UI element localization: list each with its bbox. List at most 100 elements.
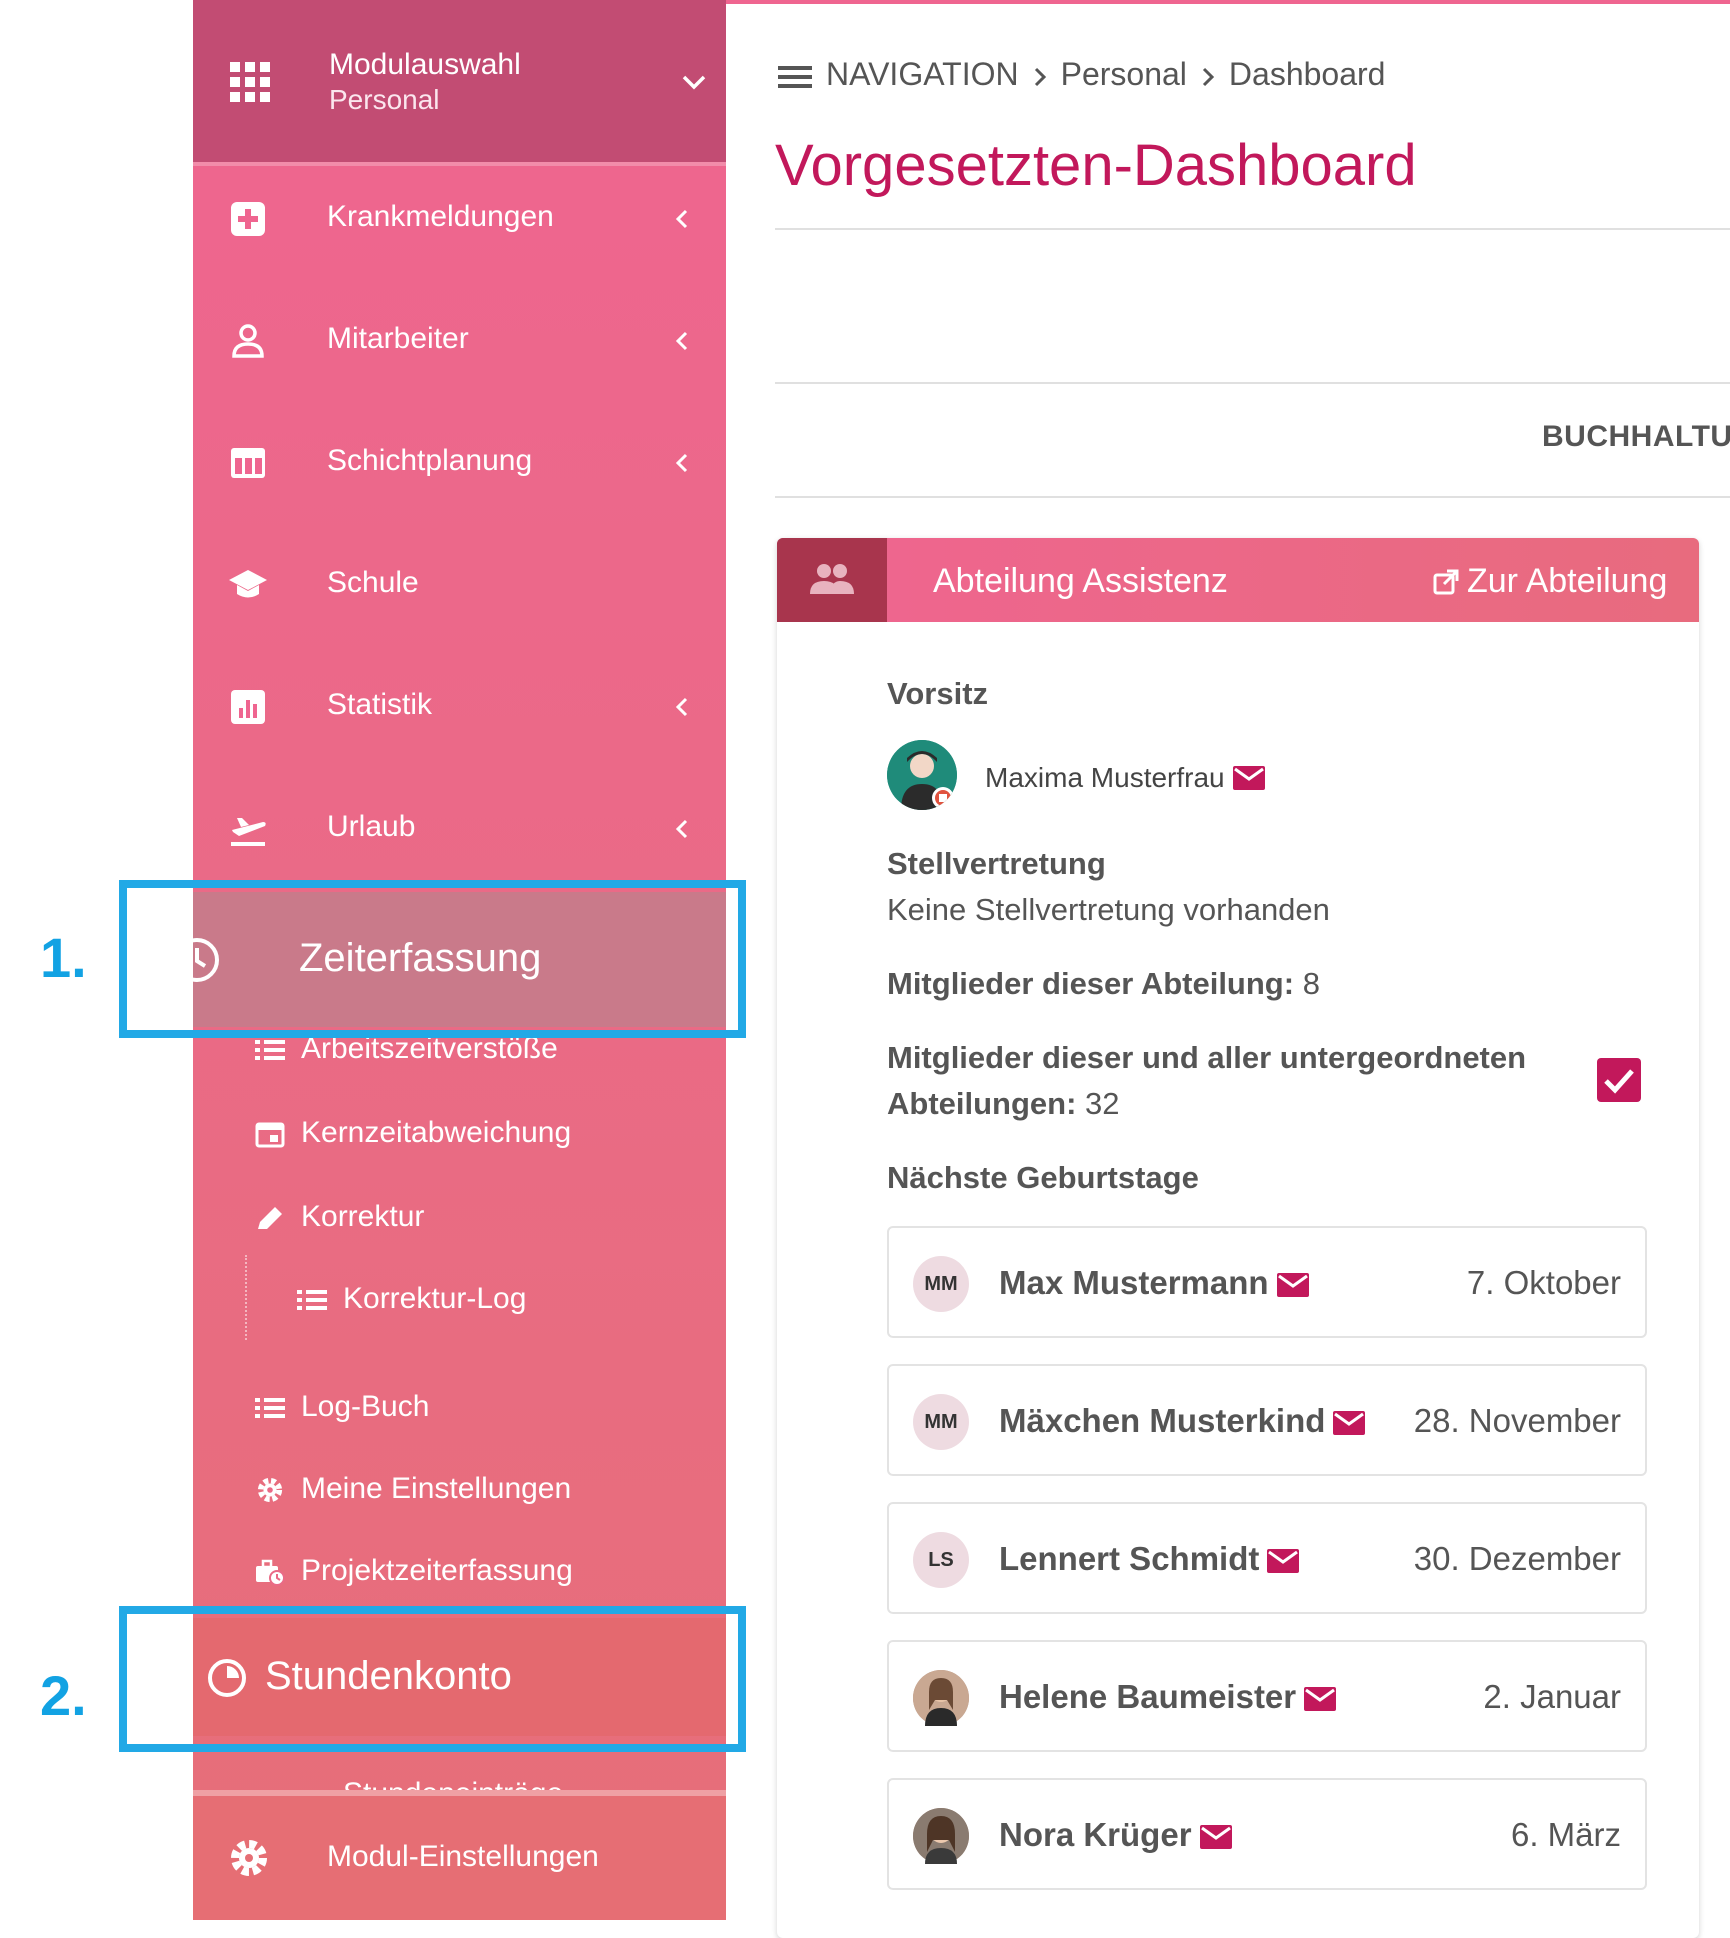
- table-icon: [231, 448, 265, 478]
- sidebar-subitem-label: Log-Buch: [301, 1390, 430, 1423]
- birthday-date: 28. November: [1413, 1402, 1621, 1439]
- birthday-item: MM Mäxchen Musterkind 28. November: [887, 1364, 1647, 1476]
- sidebar-subitem-log-buch[interactable]: Log-Buch: [193, 1370, 726, 1440]
- all-members-count: 32: [1085, 1086, 1120, 1121]
- department-card: Abteilung Assistenz Zur Abteilung Vorsit…: [777, 538, 1699, 1938]
- sidebar-item-schule[interactable]: Schule: [193, 534, 726, 634]
- birthday-name: Helene Baumeister: [999, 1678, 1337, 1716]
- avatar-photo: [913, 1808, 969, 1864]
- sidebar-item-mitarbeiter[interactable]: Mitarbeiter: [193, 290, 726, 390]
- birthday-name-text: Max Mustermann: [999, 1264, 1269, 1301]
- birthday-name: Mäxchen Musterkind: [999, 1402, 1366, 1440]
- mail-icon[interactable]: [1333, 1411, 1366, 1435]
- sidebar-item-label: Schichtplanung: [327, 444, 533, 477]
- birthday-item: LS Lennert Schmidt 30. Dezember: [887, 1502, 1647, 1614]
- sidebar-subitem-projektzeiterfassung[interactable]: Projektzeiterfassung: [193, 1534, 726, 1604]
- chevron-left-icon: [675, 209, 688, 229]
- gear-icon: [231, 1840, 267, 1876]
- avatar: MM: [913, 1394, 969, 1450]
- birthday-date: 2. Januar: [1483, 1678, 1621, 1715]
- step-label-2: 2.: [40, 1664, 87, 1727]
- sidebar-item-label: Schule: [327, 566, 419, 599]
- birthday-name-text: Nora Krüger: [999, 1816, 1192, 1853]
- all-members-label: Abteilungen:: [887, 1086, 1077, 1121]
- all-members-line2: Abteilungen: 32: [887, 1086, 1120, 1122]
- group-icon: [810, 564, 854, 594]
- module-selector[interactable]: Modulauswahl Personal: [193, 0, 726, 162]
- mail-icon[interactable]: [1304, 1687, 1337, 1711]
- sidebar-subitem-label: Korrektur: [301, 1200, 425, 1233]
- pencil-icon: [258, 1207, 282, 1229]
- mail-icon[interactable]: [1199, 1825, 1232, 1849]
- sidebar-subitem-kernzeitabweichung[interactable]: Kernzeitabweichung: [193, 1096, 726, 1166]
- checkmark-icon: [1604, 1069, 1634, 1094]
- birthday-name: Nora Krüger: [999, 1816, 1232, 1854]
- mail-icon[interactable]: [1232, 766, 1265, 790]
- breadcrumb-item[interactable]: Dashboard: [1229, 56, 1386, 92]
- highlight-box-stundenkonto: [119, 1606, 746, 1752]
- sidebar-subitem-korrektur-log[interactable]: Korrektur-Log: [193, 1262, 726, 1332]
- sidebar-subitem-korrektur[interactable]: Korrektur: [193, 1180, 726, 1250]
- sidebar-item-urlaub[interactable]: Urlaub: [193, 778, 726, 878]
- apps-grid-icon: [230, 62, 270, 102]
- person-avatar-icon: [887, 740, 957, 810]
- sidebar-subitem-stundeneintraege[interactable]: Stundeneinträge: [193, 1745, 726, 1795]
- page-title: Vorgesetzten-Dashboard: [775, 133, 1417, 198]
- mail-icon[interactable]: [1267, 1549, 1300, 1573]
- sidebar-subitem-label: Kernzeitabweichung: [301, 1116, 572, 1149]
- sidebar-item-schichtplanung[interactable]: Schichtplanung: [193, 412, 726, 512]
- birthday-date: 30. Dezember: [1413, 1540, 1621, 1577]
- chair-name-text: Maxima Musterfrau: [985, 762, 1225, 793]
- breadcrumb-item[interactable]: Personal: [1061, 56, 1187, 92]
- chart-icon: [231, 690, 265, 724]
- avatar-photo: [913, 1670, 969, 1726]
- chevron-down-icon: [682, 75, 706, 90]
- sidebar-item-label: Urlaub: [327, 810, 416, 843]
- chevron-right-icon: [1034, 67, 1046, 86]
- hamburger-icon[interactable]: [778, 63, 812, 91]
- sidebar-item-modul-einstellungen[interactable]: Modul-Einstellungen: [193, 1790, 726, 1920]
- chevron-right-icon: [1202, 67, 1215, 86]
- calendar-icon: [255, 1122, 285, 1148]
- avatar: [887, 740, 957, 810]
- sidebar-item-krankmeldungen[interactable]: Krankmeldungen: [193, 168, 726, 268]
- members-count-line: Mitglieder dieser Abteilung: 8: [887, 966, 1320, 1002]
- divider: [775, 382, 1730, 384]
- birthday-name: Max Mustermann: [999, 1264, 1309, 1302]
- avatar: MM: [913, 1256, 969, 1312]
- breadcrumb-item[interactable]: NAVIGATION: [826, 56, 1019, 92]
- highlight-box-zeiterfassung: [119, 880, 746, 1038]
- department-tab[interactable]: BUCHHALTU: [1542, 420, 1730, 454]
- birthday-name-text: Helene Baumeister: [999, 1678, 1297, 1715]
- sidebar-subitem-meine-einstellungen[interactable]: Meine Einstellungen: [193, 1452, 726, 1522]
- include-subdepartments-checkbox[interactable]: [1597, 1058, 1641, 1102]
- medical-plus-icon: [231, 202, 265, 236]
- sidebar-item-label: Krankmeldungen: [327, 200, 554, 233]
- gear-icon: [257, 1477, 283, 1503]
- birthday-name-text: Lennert Schmidt: [999, 1540, 1260, 1577]
- briefcase-clock-icon: [256, 1559, 285, 1586]
- goto-department-link[interactable]: Zur Abteilung: [1433, 562, 1667, 601]
- mail-icon[interactable]: [1276, 1273, 1309, 1297]
- card-title: Abteilung Assistenz: [933, 562, 1228, 600]
- chevron-left-icon: [675, 453, 688, 473]
- birthday-item: Helene Baumeister 2. Januar: [887, 1640, 1647, 1752]
- sidebar-item-label: Statistik: [327, 688, 433, 721]
- birthday-date: 6. März: [1510, 1816, 1621, 1853]
- person-photo-icon: [913, 1670, 969, 1726]
- chair-name: Maxima Musterfrau: [985, 762, 1265, 794]
- list-icon: [297, 1290, 327, 1310]
- members-label: Mitglieder dieser Abteilung:: [887, 966, 1295, 1001]
- external-link-icon: [1433, 569, 1459, 595]
- sidebar-item-statistik[interactable]: Statistik: [193, 656, 726, 756]
- sidebar-subitem-label: Meine Einstellungen: [301, 1472, 572, 1505]
- members-count: 8: [1302, 966, 1320, 1001]
- step-label-1: 1.: [40, 926, 87, 989]
- sidebar-item-label: Modul-Einstellungen: [327, 1840, 599, 1873]
- sidebar-subitem-label: Projektzeiterfassung: [301, 1554, 573, 1587]
- goto-department-label: Zur Abteilung: [1467, 562, 1668, 600]
- list-icon: [255, 1040, 285, 1060]
- birthday-item: MM Max Mustermann 7. Oktober: [887, 1226, 1647, 1338]
- birthday-date: 7. Oktober: [1466, 1264, 1621, 1301]
- plane-icon: [231, 818, 266, 846]
